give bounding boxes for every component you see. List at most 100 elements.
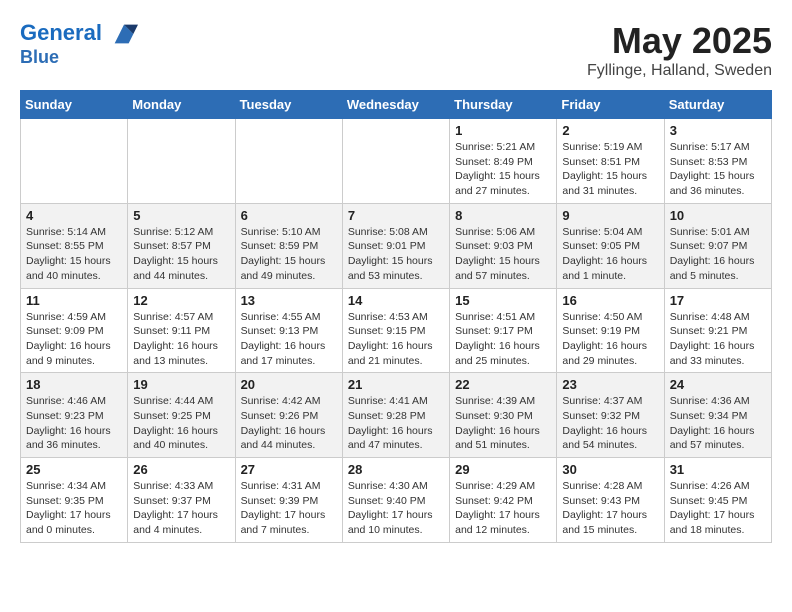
- week-row-1: 1Sunrise: 5:21 AMSunset: 8:49 PMDaylight…: [21, 119, 772, 204]
- day-number: 28: [348, 462, 444, 477]
- weekday-header-thursday: Thursday: [450, 91, 557, 119]
- day-info: Sunrise: 4:33 AMSunset: 9:37 PMDaylight:…: [133, 479, 229, 538]
- day-number: 4: [26, 208, 122, 223]
- day-number: 25: [26, 462, 122, 477]
- weekday-header-row: SundayMondayTuesdayWednesdayThursdayFrid…: [21, 91, 772, 119]
- day-number: 7: [348, 208, 444, 223]
- calendar-cell: 4 Sunrise: 5:14 AMSunset: 8:55 PMDaylight…: [21, 203, 128, 288]
- day-number: 20: [241, 377, 337, 392]
- logo-icon: [110, 20, 138, 48]
- day-number: 30: [562, 462, 658, 477]
- day-info: Sunrise: 4:51 AMSunset: 9:17 PMDaylight:…: [455, 310, 551, 369]
- calendar-cell: 20 Sunrise: 4:42 AMSunset: 9:26 PMDayligh…: [235, 373, 342, 458]
- calendar-cell: 11Sunrise: 4:59 AMSunset: 9:09 PMDayligh…: [21, 288, 128, 373]
- day-info: Sunrise: 4:42 AMSunset: 9:26 PMDaylight:…: [241, 394, 337, 453]
- day-info: Sunrise: 5:06 AMSunset: 9:03 PMDaylight:…: [455, 225, 551, 284]
- day-info: Sunrise: 5:04 AMSunset: 9:05 PMDaylight:…: [562, 225, 658, 284]
- day-info: Sunrise: 4:48 AMSunset: 9:21 PMDaylight:…: [670, 310, 766, 369]
- calendar-cell: 19 Sunrise: 4:44 AMSunset: 9:25 PMDayligh…: [128, 373, 235, 458]
- day-info: Sunrise: 5:01 AMSunset: 9:07 PMDaylight:…: [670, 225, 766, 284]
- calendar-cell: 13 Sunrise: 4:55 AMSunset: 9:13 PMDayligh…: [235, 288, 342, 373]
- logo-blue-text: Blue: [20, 48, 138, 68]
- day-number: 22: [455, 377, 551, 392]
- day-info: Sunrise: 4:57 AMSunset: 9:11 PMDaylight:…: [133, 310, 229, 369]
- calendar-cell: 16 Sunrise: 4:50 AMSunset: 9:19 PMDayligh…: [557, 288, 664, 373]
- day-info: Sunrise: 5:10 AMSunset: 8:59 PMDaylight:…: [241, 225, 337, 284]
- day-number: 31: [670, 462, 766, 477]
- calendar-cell: 10 Sunrise: 5:01 AMSunset: 9:07 PMDayligh…: [664, 203, 771, 288]
- weekday-header-tuesday: Tuesday: [235, 91, 342, 119]
- weekday-header-monday: Monday: [128, 91, 235, 119]
- day-info: Sunrise: 4:36 AMSunset: 9:34 PMDaylight:…: [670, 394, 766, 453]
- calendar-cell: [342, 119, 449, 204]
- calendar-cell: 15 Sunrise: 4:51 AMSunset: 9:17 PMDayligh…: [450, 288, 557, 373]
- day-info: Sunrise: 4:41 AMSunset: 9:28 PMDaylight:…: [348, 394, 444, 453]
- day-number: 8: [455, 208, 551, 223]
- day-info: Sunrise: 4:50 AMSunset: 9:19 PMDaylight:…: [562, 310, 658, 369]
- day-info: Sunrise: 4:46 AMSunset: 9:23 PMDaylight:…: [26, 394, 122, 453]
- day-number: 24: [670, 377, 766, 392]
- day-info: Sunrise: 4:39 AMSunset: 9:30 PMDaylight:…: [455, 394, 551, 453]
- day-number: 16: [562, 293, 658, 308]
- day-info: Sunrise: 4:31 AMSunset: 9:39 PMDaylight:…: [241, 479, 337, 538]
- weekday-header-saturday: Saturday: [664, 91, 771, 119]
- day-number: 10: [670, 208, 766, 223]
- calendar-cell: [235, 119, 342, 204]
- calendar-cell: 5Sunrise: 5:12 AMSunset: 8:57 PMDaylight…: [128, 203, 235, 288]
- day-number: 11: [26, 293, 122, 308]
- day-number: 21: [348, 377, 444, 392]
- day-number: 14: [348, 293, 444, 308]
- calendar-cell: 26Sunrise: 4:33 AMSunset: 9:37 PMDayligh…: [128, 458, 235, 543]
- logo: General Blue: [20, 20, 138, 68]
- weekday-header-sunday: Sunday: [21, 91, 128, 119]
- day-info: Sunrise: 4:30 AMSunset: 9:40 PMDaylight:…: [348, 479, 444, 538]
- calendar-cell: 23 Sunrise: 4:37 AMSunset: 9:32 PMDayligh…: [557, 373, 664, 458]
- calendar-cell: 14 Sunrise: 4:53 AMSunset: 9:15 PMDayligh…: [342, 288, 449, 373]
- week-row-2: 4 Sunrise: 5:14 AMSunset: 8:55 PMDaylight…: [21, 203, 772, 288]
- day-number: 5: [133, 208, 229, 223]
- day-info: Sunrise: 4:29 AMSunset: 9:42 PMDaylight:…: [455, 479, 551, 538]
- day-number: 23: [562, 377, 658, 392]
- calendar-cell: 30Sunrise: 4:28 AMSunset: 9:43 PMDayligh…: [557, 458, 664, 543]
- calendar-cell: 21 Sunrise: 4:41 AMSunset: 9:28 PMDayligh…: [342, 373, 449, 458]
- day-number: 29: [455, 462, 551, 477]
- day-number: 6: [241, 208, 337, 223]
- day-info: Sunrise: 4:26 AMSunset: 9:45 PMDaylight:…: [670, 479, 766, 538]
- calendar-cell: 2 Sunrise: 5:19 AMSunset: 8:51 PMDaylight…: [557, 119, 664, 204]
- day-number: 3: [670, 123, 766, 138]
- day-number: 19: [133, 377, 229, 392]
- calendar-cell: 3 Sunrise: 5:17 AMSunset: 8:53 PMDaylight…: [664, 119, 771, 204]
- page-header: General Blue May 2025 Fyllinge, Halland,…: [20, 20, 772, 80]
- day-info: Sunrise: 4:37 AMSunset: 9:32 PMDaylight:…: [562, 394, 658, 453]
- day-info: Sunrise: 4:55 AMSunset: 9:13 PMDaylight:…: [241, 310, 337, 369]
- day-info: Sunrise: 5:17 AMSunset: 8:53 PMDaylight:…: [670, 140, 766, 199]
- calendar-cell: 28 Sunrise: 4:30 AMSunset: 9:40 PMDayligh…: [342, 458, 449, 543]
- day-info: Sunrise: 4:44 AMSunset: 9:25 PMDaylight:…: [133, 394, 229, 453]
- day-info: Sunrise: 5:19 AMSunset: 8:51 PMDaylight:…: [562, 140, 658, 199]
- calendar-cell: 29 Sunrise: 4:29 AMSunset: 9:42 PMDayligh…: [450, 458, 557, 543]
- title-area: May 2025 Fyllinge, Halland, Sweden: [587, 20, 772, 80]
- day-number: 27: [241, 462, 337, 477]
- calendar-cell: [128, 119, 235, 204]
- day-number: 9: [562, 208, 658, 223]
- day-number: 15: [455, 293, 551, 308]
- location: Fyllinge, Halland, Sweden: [587, 62, 772, 80]
- day-number: 2: [562, 123, 658, 138]
- calendar-cell: 25Sunrise: 4:34 AMSunset: 9:35 PMDayligh…: [21, 458, 128, 543]
- week-row-5: 25Sunrise: 4:34 AMSunset: 9:35 PMDayligh…: [21, 458, 772, 543]
- day-number: 18: [26, 377, 122, 392]
- day-info: Sunrise: 5:08 AMSunset: 9:01 PMDaylight:…: [348, 225, 444, 284]
- calendar-cell: 24 Sunrise: 4:36 AMSunset: 9:34 PMDayligh…: [664, 373, 771, 458]
- weekday-header-wednesday: Wednesday: [342, 91, 449, 119]
- calendar-table: SundayMondayTuesdayWednesdayThursdayFrid…: [20, 90, 772, 543]
- month-title: May 2025: [587, 20, 772, 62]
- calendar-cell: 27 Sunrise: 4:31 AMSunset: 9:39 PMDayligh…: [235, 458, 342, 543]
- day-info: Sunrise: 4:53 AMSunset: 9:15 PMDaylight:…: [348, 310, 444, 369]
- logo-text: General: [20, 20, 138, 48]
- calendar-cell: 8 Sunrise: 5:06 AMSunset: 9:03 PMDaylight…: [450, 203, 557, 288]
- week-row-3: 11Sunrise: 4:59 AMSunset: 9:09 PMDayligh…: [21, 288, 772, 373]
- calendar-cell: 18 Sunrise: 4:46 AMSunset: 9:23 PMDayligh…: [21, 373, 128, 458]
- day-info: Sunrise: 5:21 AMSunset: 8:49 PMDaylight:…: [455, 140, 551, 199]
- day-info: Sunrise: 5:14 AMSunset: 8:55 PMDaylight:…: [26, 225, 122, 284]
- day-number: 13: [241, 293, 337, 308]
